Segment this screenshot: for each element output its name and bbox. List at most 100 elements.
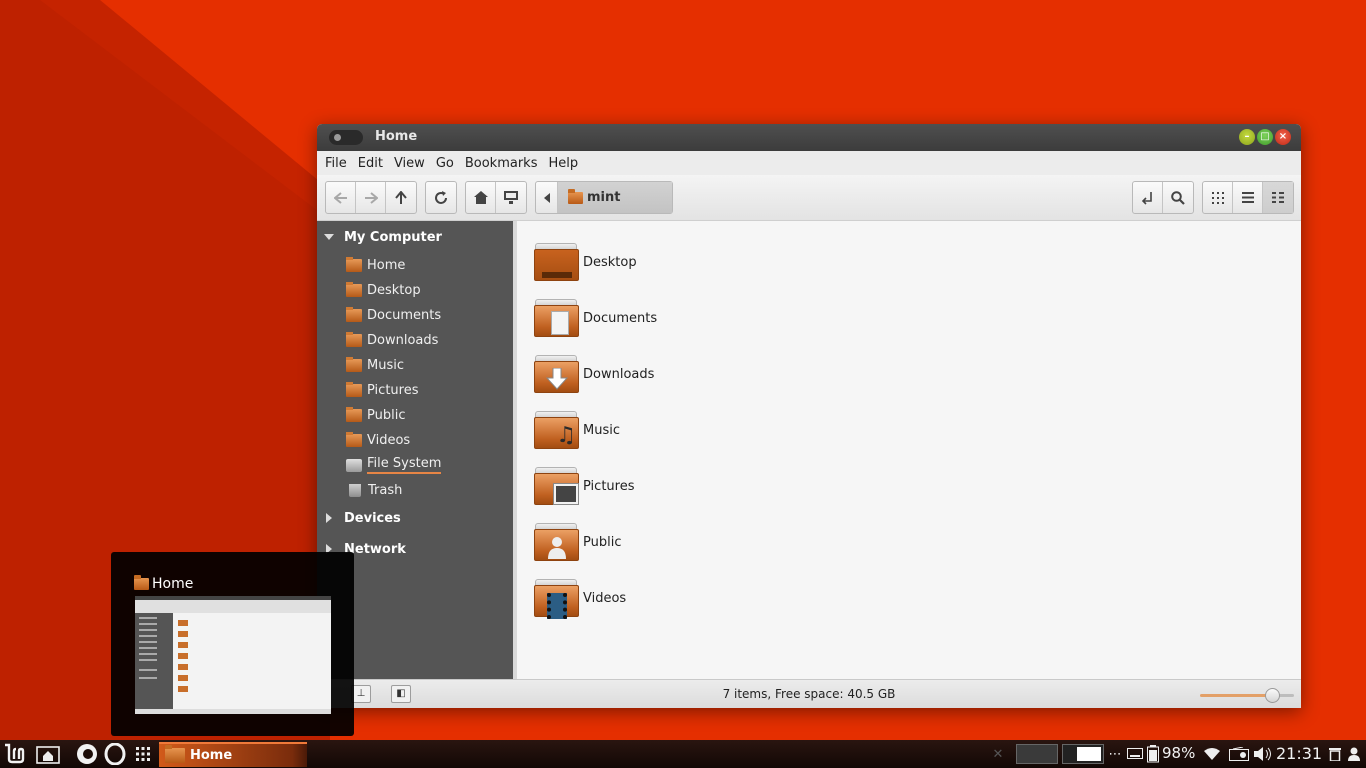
sidebar-item-label: Trash — [368, 482, 403, 498]
documents-folder-icon — [534, 299, 579, 337]
opera-launcher[interactable] — [102, 743, 128, 765]
window-mini — [1077, 747, 1101, 761]
pictures-folder-icon — [534, 467, 579, 505]
close-button[interactable]: × — [1275, 129, 1291, 145]
sidebar-item-documents[interactable]: Documents — [346, 304, 441, 326]
folder-item-music[interactable]: ♫ Music — [534, 410, 620, 450]
trash-icon[interactable] — [1327, 743, 1343, 765]
reload-group — [425, 181, 457, 214]
path-left-button[interactable] — [536, 182, 558, 213]
titlebar[interactable]: Home – □ × — [317, 124, 1301, 151]
minimize-button[interactable]: – — [1239, 129, 1255, 145]
arrow-left-icon — [333, 191, 347, 204]
videos-folder-icon — [534, 579, 579, 619]
keyboard-icon[interactable] — [1126, 743, 1144, 765]
battery-icon[interactable] — [1145, 743, 1161, 765]
firefox-icon — [77, 744, 97, 764]
show-home-button[interactable] — [35, 743, 61, 765]
computer-button[interactable] — [496, 182, 526, 213]
expander-down-icon — [324, 234, 334, 240]
radio-icon[interactable] — [1228, 743, 1250, 765]
downloads-folder-icon — [346, 331, 362, 347]
up-button[interactable] — [386, 182, 416, 213]
menu-button[interactable] — [2, 743, 28, 765]
path-bar: mint — [535, 181, 673, 214]
compact-list-icon — [1272, 192, 1284, 203]
window-title: Home — [375, 129, 418, 144]
home-button[interactable] — [466, 182, 496, 213]
sidebar-item-label: File System — [367, 456, 442, 474]
folder-item-desktop[interactable]: Desktop — [534, 242, 637, 282]
folder-item-videos[interactable]: Videos — [534, 578, 626, 619]
menu-file[interactable]: File — [325, 156, 347, 171]
sidebar-item-music[interactable]: Music — [346, 354, 404, 376]
compact-view-button[interactable] — [1263, 182, 1293, 213]
taskbar-item-home[interactable]: Home — [159, 742, 307, 767]
sidebar-item-label: Desktop — [367, 282, 421, 298]
notification-icon[interactable]: ✕ — [988, 743, 1008, 765]
list-icon — [1241, 192, 1254, 203]
sidebar-item-label: Home — [367, 257, 406, 273]
folder-item-downloads[interactable]: Downloads — [534, 354, 654, 394]
folder-name: Desktop — [583, 254, 637, 270]
icon-view-button[interactable] — [1203, 182, 1233, 213]
folder-name: Pictures — [583, 478, 635, 494]
my-computer-header[interactable]: My Computer — [317, 226, 442, 248]
preview-title: Home — [134, 575, 193, 592]
volume-icon[interactable] — [1253, 743, 1273, 765]
location-search-group — [1132, 181, 1194, 214]
menu-edit[interactable]: Edit — [358, 156, 383, 171]
folder-name: Public — [583, 534, 622, 550]
app-grid-button[interactable] — [132, 743, 154, 765]
sidebar-item-public[interactable]: Public — [346, 404, 405, 426]
search-button[interactable] — [1163, 182, 1193, 213]
menu-view[interactable]: View — [394, 156, 425, 171]
folder-name: Downloads — [583, 366, 655, 382]
section-label: Devices — [344, 510, 401, 526]
wifi-icon[interactable] — [1203, 743, 1221, 765]
workspace-2[interactable] — [1062, 744, 1104, 764]
sidebar-item-downloads[interactable]: Downloads — [346, 329, 438, 351]
file-manager-window: Home – □ × File Edit View Go Bookmarks H… — [317, 124, 1301, 708]
videos-folder-icon — [346, 431, 362, 447]
sidebar-item-videos[interactable]: Videos — [346, 429, 410, 451]
task-label: Home — [190, 748, 233, 763]
maximize-button[interactable]: □ — [1257, 129, 1273, 145]
folder-item-public[interactable]: Public — [534, 522, 621, 562]
reload-button[interactable] — [426, 182, 456, 213]
window-preview-popup[interactable]: Home — [111, 552, 354, 736]
sidebar-item-pictures[interactable]: Pictures — [346, 379, 418, 401]
home-folder-icon — [568, 188, 583, 204]
grid-icon — [1211, 191, 1224, 204]
workspace-1[interactable] — [1016, 744, 1058, 764]
sidebar-item-label: Downloads — [367, 332, 439, 348]
clock[interactable]: 21:31 — [1276, 744, 1322, 763]
downloads-folder-icon — [534, 355, 579, 393]
list-view-button[interactable] — [1233, 182, 1263, 213]
pictures-folder-icon — [346, 381, 362, 397]
devices-header[interactable]: Devices — [317, 507, 401, 529]
menu-bookmarks[interactable]: Bookmarks — [465, 156, 538, 171]
forward-button[interactable] — [356, 182, 386, 213]
firefox-launcher[interactable] — [74, 743, 100, 765]
user-icon[interactable] — [1346, 743, 1362, 765]
sidebar-item-home[interactable]: Home — [346, 254, 405, 276]
mint-logo-icon — [5, 743, 25, 764]
sidebar-item-trash[interactable]: Trash — [346, 479, 402, 501]
sidebar-item-desktop[interactable]: Desktop — [346, 279, 421, 301]
window-menu-button[interactable] — [329, 130, 363, 145]
menu-go[interactable]: Go — [436, 156, 454, 171]
folder-item-pictures[interactable]: Pictures — [534, 466, 634, 506]
folder-item-documents[interactable]: Documents — [534, 298, 657, 338]
sidebar-item-file-system[interactable]: File System — [346, 454, 442, 476]
desktop-folder-icon — [346, 281, 362, 297]
toggle-location-button[interactable] — [1133, 182, 1163, 213]
nav-button-group — [325, 181, 417, 214]
statusbar: ⊥ ◧ 7 items, Free space: 40.5 GB — [317, 679, 1301, 708]
menu-help[interactable]: Help — [548, 156, 578, 171]
overflow-icon[interactable]: ⋯ — [1107, 743, 1123, 765]
computer-icon — [504, 191, 518, 204]
back-button[interactable] — [326, 182, 356, 213]
refresh-icon — [435, 190, 447, 204]
path-segment-mint[interactable]: mint — [558, 182, 672, 213]
